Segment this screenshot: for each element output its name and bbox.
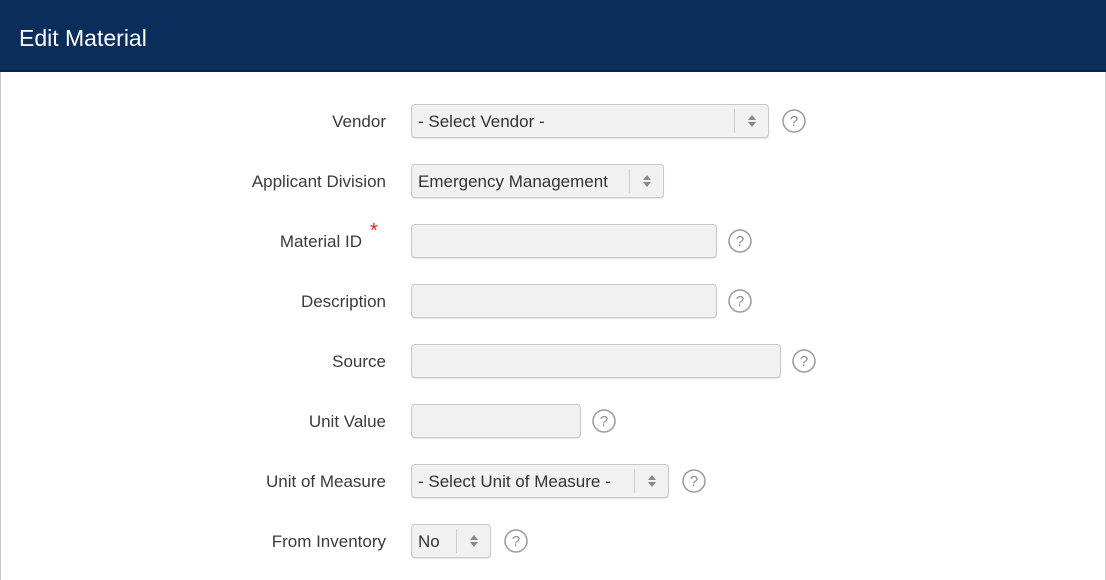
sort-arrows-icon (734, 109, 768, 133)
material-id-input[interactable] (411, 224, 717, 258)
vendor-select[interactable]: - Select Vendor - (411, 104, 769, 138)
unit-value-input[interactable] (411, 404, 581, 438)
page-header: Edit Material (0, 0, 1106, 72)
material-id-help-icon[interactable]: ? (728, 229, 752, 253)
from-inventory-select[interactable]: No (411, 524, 491, 558)
required-asterisk: * (370, 220, 378, 242)
unit-value-help-icon[interactable]: ? (592, 409, 616, 433)
unit-of-measure-help-icon[interactable]: ? (682, 469, 706, 493)
unit-of-measure-select-value: - Select Unit of Measure - (418, 472, 611, 491)
vendor-help-icon[interactable]: ? (782, 109, 806, 133)
from-inventory-label: From Inventory (271, 532, 386, 551)
source-label: Source (332, 352, 386, 371)
svg-text:?: ? (600, 413, 608, 430)
page-title: Edit Material (19, 25, 147, 51)
vendor-label: Vendor (332, 112, 386, 131)
panel-border-left (0, 72, 1, 580)
vendor-select-value: - Select Vendor - (418, 112, 545, 131)
svg-text:?: ? (736, 293, 744, 310)
description-label: Description (300, 292, 386, 311)
from-inventory-select-value: No (418, 532, 440, 551)
from-inventory-help-icon[interactable]: ? (504, 529, 528, 553)
svg-text:?: ? (690, 473, 698, 490)
unit-of-measure-select[interactable]: - Select Unit of Measure - (411, 464, 669, 498)
source-help-icon[interactable]: ? (792, 349, 816, 373)
applicant-division-label: Applicant Division (251, 172, 386, 191)
description-help-icon[interactable]: ? (728, 289, 752, 313)
unit-of-measure-label: Unit of Measure (266, 472, 386, 491)
applicant-division-select[interactable]: Emergency Management (411, 164, 664, 198)
svg-text:?: ? (790, 113, 798, 130)
svg-text:?: ? (512, 533, 520, 550)
sort-arrows-icon (634, 469, 668, 493)
sort-arrows-icon (629, 169, 663, 193)
svg-text:?: ? (736, 233, 744, 250)
svg-text:?: ? (800, 353, 808, 370)
material-id-label: Material ID (279, 232, 362, 251)
description-input[interactable] (411, 284, 717, 318)
source-input[interactable] (411, 344, 781, 378)
unit-value-label: Unit Value (308, 412, 386, 431)
sort-arrows-icon (456, 529, 490, 553)
applicant-division-select-value: Emergency Management (418, 172, 608, 191)
